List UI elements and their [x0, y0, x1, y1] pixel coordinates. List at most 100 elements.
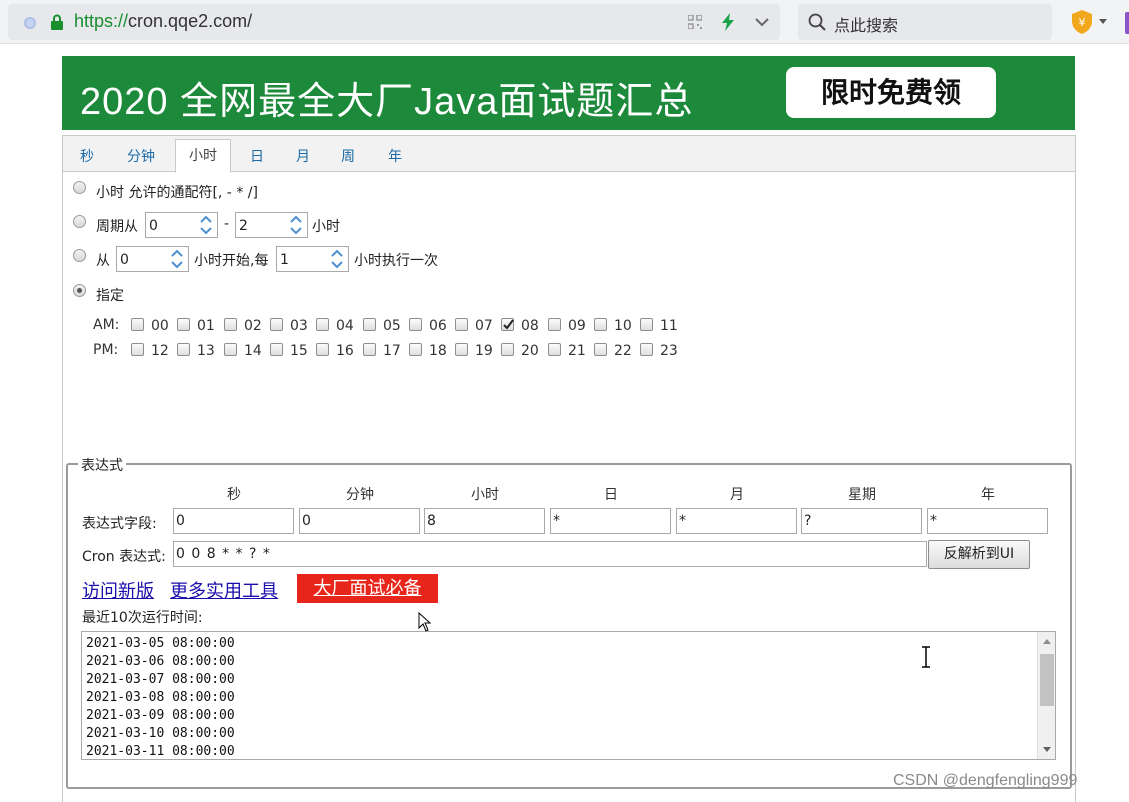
from-suffix: 小时执行一次	[354, 253, 438, 269]
radio-cycle[interactable]	[73, 215, 86, 228]
field-year-input[interactable]: *	[927, 508, 1048, 534]
hour-label-15: 15	[290, 343, 308, 359]
hour-label-04: 04	[336, 318, 354, 334]
tab-hour[interactable]: 小时	[175, 139, 231, 173]
hour-label-05: 05	[383, 318, 401, 334]
field-minute-input[interactable]: 0	[299, 508, 420, 534]
search-box[interactable]: 点此搜索	[798, 4, 1052, 40]
reverse-parse-button[interactable]: 反解析到UI	[928, 540, 1030, 569]
vertical-scrollbar[interactable]	[1037, 632, 1055, 759]
hour-checkbox-03[interactable]	[270, 318, 283, 331]
hour-checkbox-21[interactable]	[548, 343, 561, 356]
address-bar[interactable]: https://cron.qqe2.com/	[8, 4, 780, 40]
url-scheme: https://	[74, 11, 129, 31]
cycle-to-spinner[interactable]: 2	[235, 212, 308, 238]
hour-label-01: 01	[197, 318, 215, 334]
fields-label: 表达式字段:	[82, 516, 157, 532]
tab-week[interactable]: 周	[341, 146, 355, 166]
run-time-line: 2021-03-05 08:00:00	[86, 636, 235, 651]
hour-label-23: 23	[660, 343, 678, 359]
hour-checkbox-10[interactable]	[594, 318, 607, 331]
hour-checkbox-11[interactable]	[640, 318, 653, 331]
hour-checkbox-15[interactable]	[270, 343, 283, 356]
hour-checkbox-06[interactable]	[409, 318, 422, 331]
text-cursor-icon	[922, 646, 930, 668]
run-time-line: 2021-03-09 08:00:00	[86, 708, 235, 723]
from-every-value: 1	[280, 252, 289, 268]
extension-edge-icon[interactable]	[1125, 12, 1129, 34]
recent-runs-textarea[interactable]: 2021-03-05 08:00:00 2021-03-06 08:00:00 …	[81, 631, 1056, 760]
ad-banner[interactable]: 2020 全网最全大厂Java面试题汇总 限时免费领	[62, 56, 1075, 130]
qr-code-icon[interactable]	[688, 15, 702, 29]
hour-checkbox-22[interactable]	[594, 343, 607, 356]
spinner-arrows-icon[interactable]	[168, 248, 186, 270]
radio-wildcard[interactable]	[73, 181, 86, 194]
from-prefix: 从	[96, 253, 110, 269]
hour-checkbox-02[interactable]	[224, 318, 237, 331]
scroll-down-arrow-icon[interactable]	[1043, 747, 1051, 752]
interview-link-button[interactable]: 大厂面试必备	[297, 574, 438, 603]
field-second-input[interactable]: 0	[173, 508, 294, 534]
from-every-spinner[interactable]: 1	[276, 246, 349, 272]
from-start-value: 0	[120, 252, 129, 268]
shield-extension-icon[interactable]: ¥	[1071, 9, 1093, 35]
run-time-line: 2021-03-11 08:00:00	[86, 744, 235, 759]
hour-checkbox-08[interactable]	[501, 318, 514, 331]
banner-claim-button[interactable]: 限时免费领	[786, 67, 996, 118]
tab-day[interactable]: 日	[250, 146, 264, 166]
hour-checkbox-20[interactable]	[501, 343, 514, 356]
hour-checkbox-05[interactable]	[363, 318, 376, 331]
cycle-from-spinner[interactable]: 0	[145, 212, 218, 238]
hour-checkbox-00[interactable]	[131, 318, 144, 331]
hour-checkbox-17[interactable]	[363, 343, 376, 356]
hour-label-17: 17	[383, 343, 401, 359]
field-weekday-input[interactable]: ?	[801, 508, 922, 534]
scroll-up-arrow-icon[interactable]	[1043, 639, 1051, 644]
new-version-link[interactable]: 访问新版	[82, 577, 154, 603]
hour-checkbox-07[interactable]	[455, 318, 468, 331]
hour-checkbox-13[interactable]	[177, 343, 190, 356]
more-tools-link[interactable]: 更多实用工具	[170, 577, 278, 603]
spinner-arrows-icon[interactable]	[287, 214, 305, 236]
tab-year[interactable]: 年	[388, 146, 402, 166]
search-placeholder: 点此搜索	[834, 16, 899, 35]
hour-label-00: 00	[151, 318, 169, 334]
tab-minute[interactable]: 分钟	[127, 146, 155, 166]
pm-label: PM:	[93, 342, 119, 358]
col-header-minute: 分钟	[346, 487, 374, 503]
hour-checkbox-01[interactable]	[177, 318, 190, 331]
lightning-icon[interactable]	[721, 13, 735, 31]
hour-label-19: 19	[475, 343, 493, 359]
hour-checkbox-16[interactable]	[316, 343, 329, 356]
tab-second[interactable]: 秒	[80, 146, 94, 166]
from-start-spinner[interactable]: 0	[116, 246, 189, 272]
radio-from[interactable]	[73, 249, 86, 262]
hour-checkbox-19[interactable]	[455, 343, 468, 356]
recent-runs-label: 最近10次运行时间:	[82, 610, 203, 626]
hour-checkbox-04[interactable]	[316, 318, 329, 331]
tab-month[interactable]: 月	[296, 146, 310, 166]
field-hour-input[interactable]: 8	[424, 508, 545, 534]
am-label: AM:	[93, 317, 120, 333]
hour-label-09: 09	[568, 318, 586, 334]
hour-checkbox-12[interactable]	[131, 343, 144, 356]
spinner-arrows-icon[interactable]	[328, 248, 346, 270]
spinner-arrows-icon[interactable]	[197, 214, 215, 236]
hour-label-21: 21	[568, 343, 586, 359]
wildcard-label: 小时 允许的通配符[, - * /]	[96, 185, 258, 201]
radio-specify[interactable]	[73, 284, 86, 297]
hour-checkbox-14[interactable]	[224, 343, 237, 356]
scrollbar-thumb[interactable]	[1040, 654, 1054, 706]
hour-label-10: 10	[614, 318, 632, 334]
hour-checkbox-23[interactable]	[640, 343, 653, 356]
extension-menu-caret[interactable]	[1099, 19, 1107, 24]
hour-checkbox-18[interactable]	[409, 343, 422, 356]
cron-expression-input[interactable]: 0 0 8 * * ? *	[173, 541, 927, 567]
field-month-input[interactable]: *	[676, 508, 797, 534]
field-day-input[interactable]: *	[550, 508, 671, 534]
chevron-down-icon[interactable]	[754, 15, 770, 29]
url-host: cron.qqe2.com/	[128, 11, 253, 31]
hour-label-08: 08	[521, 318, 539, 334]
hour-checkbox-09[interactable]	[548, 318, 561, 331]
specify-label: 指定	[96, 288, 124, 304]
